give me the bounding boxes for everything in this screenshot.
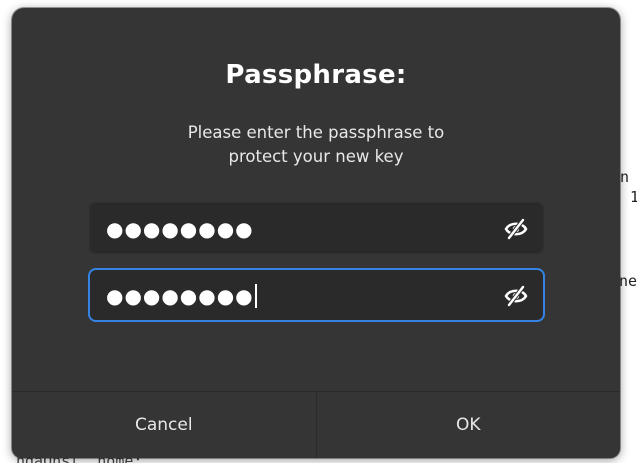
confirm-passphrase-value: ●●●●●●●●	[106, 284, 257, 308]
confirm-passphrase-text: ●●●●●●●●	[106, 284, 254, 308]
background-text-r2: 1	[630, 188, 637, 206]
background-text-r1: n	[620, 168, 630, 186]
ok-button[interactable]: OK	[316, 392, 620, 458]
dialog-message: Please enter the passphrase to protect y…	[12, 121, 620, 169]
passphrase-value: ●●●●●●●●	[106, 217, 254, 241]
text-caret	[254, 284, 257, 308]
cancel-button[interactable]: Cancel	[12, 392, 317, 458]
dialog-message-line-2: protect your new key	[228, 147, 404, 166]
eye-slash-icon[interactable]	[503, 217, 529, 241]
confirm-passphrase-field[interactable]: ●●●●●●●●	[89, 269, 544, 321]
passphrase-field[interactable]: ●●●●●●●●	[89, 202, 544, 254]
dialog-title: Passphrase:	[225, 60, 407, 90]
background-text-r3: ne	[619, 272, 637, 290]
eye-slash-icon[interactable]	[503, 284, 529, 308]
passphrase-dialog: Passphrase: Please enter the passphrase …	[12, 8, 620, 458]
dialog-message-line-1: Please enter the passphrase to	[187, 123, 445, 142]
dialog-button-bar: Cancel OK	[12, 391, 620, 458]
